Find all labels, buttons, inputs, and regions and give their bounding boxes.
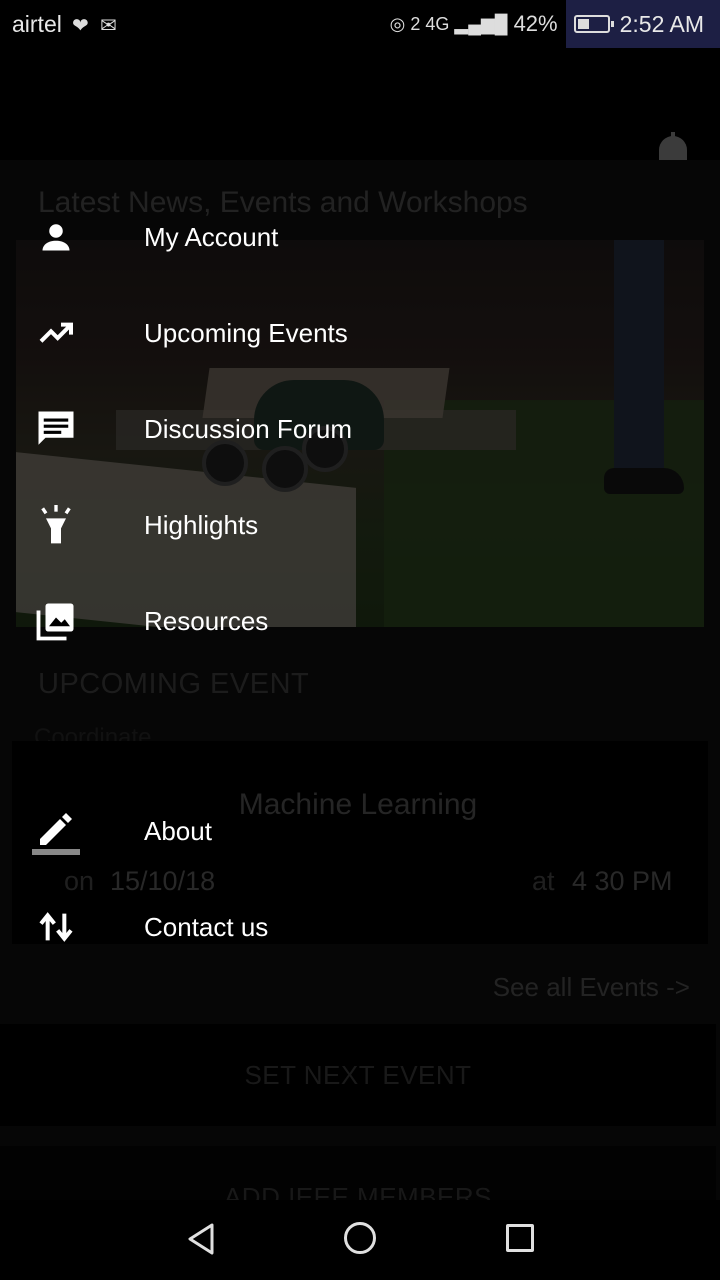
heart-monitor-icon: ❤ [72, 15, 89, 37]
recents-icon[interactable] [506, 1224, 534, 1252]
drawer-item-resources[interactable]: Resources [0, 589, 560, 653]
drawer-item-my-account[interactable]: My Account [0, 205, 560, 269]
navigation-drawer: My Account Upcoming Events Discussion Fo… [0, 160, 560, 1200]
drawer-item-about[interactable]: About [0, 799, 560, 863]
status-bar: airtel ❤ ✉ ◎ 2 4G ▂▄▆█ 42% 2:52 AM [0, 0, 720, 48]
pencil-icon [32, 807, 80, 855]
drawer-item-upcoming-events[interactable]: Upcoming Events [0, 301, 560, 365]
drawer-item-label: About [144, 815, 212, 846]
drawer-item-label: Discussion Forum [144, 413, 353, 444]
clock: 2:52 AM [619, 10, 704, 37]
drawer-item-contact-us[interactable]: Contact us [0, 895, 560, 959]
drawer-item-label: Contact us [144, 911, 269, 942]
chat-icon [32, 405, 80, 453]
drawer-item-label: Resources [144, 605, 269, 636]
drawer-item-discussion-forum[interactable]: Discussion Forum [0, 397, 560, 461]
system-nav-bar [0, 1200, 720, 1280]
drawer-item-label: Highlights [144, 509, 259, 540]
photo-library-icon [32, 597, 80, 645]
flashlight-icon [32, 501, 80, 549]
battery-percent: 42% [513, 11, 558, 36]
clock-area: 2:52 AM [565, 0, 720, 48]
battery-icon [573, 15, 614, 33]
drawer-item-label: My Account [144, 221, 279, 252]
back-icon[interactable] [186, 1222, 216, 1261]
home-icon[interactable] [344, 1222, 376, 1254]
trending-up-icon [32, 309, 80, 357]
signal-icon: ◎ 2 4G ▂▄▆█ [389, 13, 508, 34]
network-type: 2 4G [410, 13, 450, 34]
person-icon [32, 213, 80, 261]
drawer-item-highlights[interactable]: Highlights [0, 493, 560, 557]
mail-icon: ✉ [100, 15, 117, 37]
carrier-name: airtel [12, 11, 62, 37]
drawer-item-label: Upcoming Events [144, 317, 348, 348]
battery-fill [577, 19, 590, 29]
swap-vert-icon [32, 903, 80, 951]
